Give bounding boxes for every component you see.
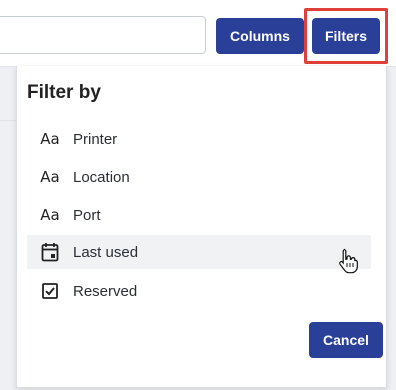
text-type-icon: Aa bbox=[40, 130, 60, 148]
filter-item-reserved[interactable]: Reserved bbox=[27, 274, 371, 308]
filter-item-last-used[interactable]: Last used bbox=[27, 235, 371, 269]
text-type-icon: Aa bbox=[40, 206, 60, 224]
columns-button[interactable]: Columns bbox=[216, 18, 304, 54]
calendar-icon bbox=[27, 242, 73, 262]
divider bbox=[0, 120, 16, 121]
search-input[interactable] bbox=[0, 16, 206, 54]
filter-item-label: Last used bbox=[73, 243, 139, 261]
cancel-button[interactable]: Cancel bbox=[309, 322, 383, 358]
filters-highlight-box bbox=[304, 8, 388, 64]
text-type-icon: Aa bbox=[40, 168, 60, 186]
filter-item-label: Location bbox=[73, 168, 130, 186]
filter-item-location[interactable]: Aa Location bbox=[27, 160, 371, 194]
checkbox-icon bbox=[27, 283, 73, 299]
filter-panel-title: Filter by bbox=[27, 82, 101, 103]
filter-item-printer[interactable]: Aa Printer bbox=[27, 122, 371, 156]
hand-cursor-icon bbox=[339, 248, 358, 274]
filter-panel: Filter by Aa Printer Aa Location Aa Port… bbox=[16, 66, 387, 388]
filter-item-label: Printer bbox=[73, 130, 118, 148]
filter-item-label: Reserved bbox=[73, 282, 138, 300]
filter-item-port[interactable]: Aa Port bbox=[27, 198, 371, 232]
filter-item-label: Port bbox=[73, 206, 101, 224]
toolbar: Columns Filters bbox=[0, 0, 396, 67]
